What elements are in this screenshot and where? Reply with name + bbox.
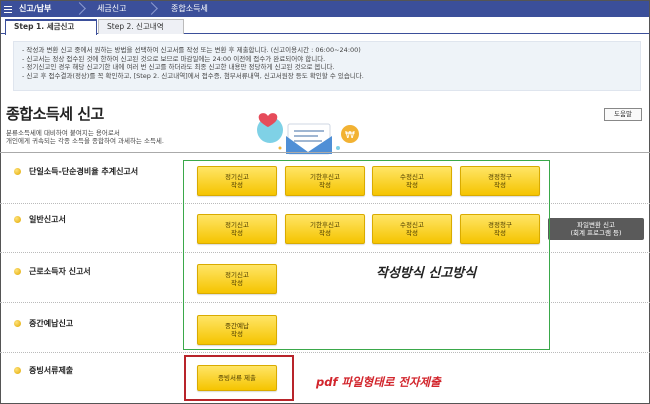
row-divider	[0, 352, 650, 353]
page-title: 종합소득세 신고	[6, 105, 104, 123]
help-button[interactable]: 도움말	[604, 108, 642, 121]
notice-item: 신고서는 정상 접수된 것에 한하여 신고된 것으로 보므로 마감일에는 24:…	[22, 55, 632, 64]
step-tabs: Step 1. 세금신고 Step 2. 신고내역	[1, 19, 649, 35]
tax-document-illustration: ₩	[257, 113, 359, 155]
breadcrumb-tax-filing[interactable]: 세금신고	[81, 1, 153, 17]
row-label-text: 근로소득자 신고서	[29, 267, 91, 276]
breadcrumb-income-tax[interactable]: 종합소득세	[153, 1, 218, 17]
row-label-wage-earner: 근로소득자 신고서	[14, 266, 91, 277]
hamburger-icon[interactable]	[1, 1, 15, 17]
writing-method-highlight-box	[183, 160, 550, 350]
writing-method-annotation: 작성방식 신고방식	[376, 266, 477, 281]
bullet-icon	[14, 367, 21, 374]
file-conversion-filing-button[interactable]: 파일변환 신고 (회계 프로그램 등)	[548, 218, 644, 240]
bullet-icon	[14, 268, 21, 275]
row-label-interim-prepayment: 중간예납신고	[14, 318, 73, 329]
description-line: 분류소득세에 대비하여 붙여지는 용어로서	[6, 129, 120, 137]
breadcrumb-filing-payment[interactable]: 신고/납부	[15, 1, 81, 17]
notice-box: 작성과 변환 신고 중에서 원하는 방법을 선택하여 신고서를 작성 또는 변환…	[13, 41, 641, 91]
bullet-icon	[14, 168, 21, 175]
row-label-simple-expense: 단일소득-단순경비율 추계신고서	[14, 166, 138, 177]
row-label-supporting-docs: 증빙서류제출	[14, 365, 73, 376]
page-description: 분류소득세에 대비하여 붙여지는 용어로서 개인에게 귀속되는 각종 소득을 종…	[6, 129, 164, 145]
description-line: 개인에게 귀속되는 각종 소득을 종합하여 과세하는 소득세.	[6, 137, 164, 145]
tab-step2[interactable]: Step 2. 신고내역	[98, 19, 184, 34]
pdf-submit-annotation: pdf 파일형태로 전자제출	[316, 375, 441, 389]
row-label-text: 중간예납신고	[29, 319, 74, 328]
row-label-general: 일반신고서	[14, 214, 66, 225]
row-label-text: 일반신고서	[29, 215, 66, 224]
supporting-docs-highlight-box	[184, 355, 294, 401]
bullet-icon	[14, 320, 21, 327]
notice-item: 정기신고인 경우 해당 신고기한 내에 여러 번 신고를 하더라도 최종 신고한…	[22, 63, 632, 72]
notice-item: 작성과 변환 신고 중에서 원하는 방법을 선택하여 신고서를 작성 또는 변환…	[22, 46, 632, 55]
tab-step1[interactable]: Step 1. 세금신고	[5, 19, 97, 35]
row-label-text: 증빙서류제출	[29, 366, 74, 375]
bullet-icon	[14, 216, 21, 223]
notice-item: 신고 후 접수결과(정상)를 꼭 확인하고, [Step 2. 신고내역]에서 …	[22, 72, 632, 81]
title-divider	[0, 152, 650, 153]
svg-text:₩: ₩	[345, 130, 355, 141]
top-nav-bar: 신고/납부 세금신고 종합소득세	[1, 1, 649, 17]
row-label-text: 단일소득-단순경비율 추계신고서	[29, 167, 139, 176]
